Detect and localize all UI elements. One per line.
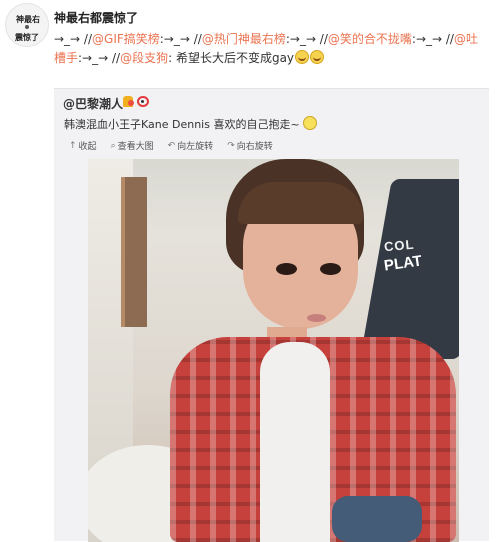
collapse-label: 收起 <box>78 142 97 152</box>
mention-tucaoshou-part2[interactable]: 槽手 <box>54 51 78 65</box>
child-mouth <box>307 314 326 322</box>
post-author[interactable]: 神最右都震惊了 <box>54 9 138 26</box>
child-left-eye <box>276 263 297 275</box>
avatar-text-bottom: 震惊了 <box>15 32 39 42</box>
photo-sign-text-1: COL <box>383 236 416 255</box>
repost-text-content: 韩澳混血小王子Kane Dennis 喜欢的自己抱走~ <box>64 118 300 131</box>
white-tee <box>260 342 330 542</box>
mention-gif-gaoxiaobang[interactable]: @GIF搞笑榜 <box>92 32 160 46</box>
vip-icon <box>123 96 134 107</box>
repost-text: 韩澳混血小王子Kane Dennis 喜欢的自己抱走~ <box>64 116 318 132</box>
photo-actions: ↑ 收起 ⌕ 查看大图 ↶ 向左旋转 ↷ 向右旋转 <box>69 139 273 153</box>
repost-author[interactable]: @巴黎潮人 <box>63 95 123 112</box>
post-text-seg5: : 希望长大后不变成gay <box>168 51 295 65</box>
mention-tucaoshou-part1[interactable]: @吐 <box>454 32 478 46</box>
rotate-right-button[interactable]: ↷ 向右旋转 <box>227 139 273 153</box>
avatar[interactable]: 神最右 震惊了 <box>5 3 49 47</box>
weibo-icon <box>137 96 149 107</box>
collapse-icon: ↑ <box>69 140 77 151</box>
post-content: →_→ //@GIF搞笑榜:→_→ //@热门神最右榜:→_→ //@笑的合不拢… <box>54 30 490 68</box>
collapse-button[interactable]: ↑ 收起 <box>69 139 97 153</box>
view-large-image-label: 查看大图 <box>117 142 154 152</box>
post-text-seg1: :→_→ // <box>159 32 202 46</box>
rotate-left-button[interactable]: ↶ 向左旋转 <box>167 139 214 153</box>
rotate-right-icon: ↷ <box>227 140 235 151</box>
jeans <box>332 496 422 542</box>
post-text-prefix: →_→ // <box>54 32 93 46</box>
repost-photo[interactable]: COL PLAT <box>88 159 459 542</box>
post-text-seg3: :→_→ // <box>411 32 454 46</box>
mention-xiao-de-he-bu-long-zui[interactable]: @笑的合不拢嘴 <box>328 32 412 46</box>
rotate-right-label: 向右旋转 <box>236 142 273 152</box>
avatar-text-top: 神最右 <box>16 14 40 24</box>
photo-background-frame <box>121 177 147 327</box>
rotate-left-icon: ↶ <box>167 140 176 151</box>
rotate-left-label: 向左旋转 <box>177 142 214 152</box>
mention-remen-shenzuiyou[interactable]: @热门神最右榜 <box>202 32 286 46</box>
post-text-seg4: :→_→ // <box>78 51 121 65</box>
weibo-post: 神最右 震惊了 神最右都震惊了 →_→ //@GIF搞笑榜:→_→ //@热门神… <box>0 0 500 542</box>
avatar-dot <box>25 25 29 29</box>
smile-emoji-icon <box>303 116 318 130</box>
magnifier-icon: ⌕ <box>110 140 116 151</box>
mention-duanzhigou[interactable]: @段支狗 <box>120 51 168 65</box>
grin-emoji-icon <box>295 50 310 64</box>
child-right-eye <box>320 263 341 275</box>
post-text-seg2: :→_→ // <box>285 32 328 46</box>
view-large-image-button[interactable]: ⌕ 查看大图 <box>110 139 154 153</box>
grin-emoji-icon-2 <box>310 50 325 64</box>
repost-card: @巴黎潮人 韩澳混血小王子Kane Dennis 喜欢的自己抱走~ ↑ 收起 ⌕… <box>54 88 489 542</box>
child-fringe <box>238 182 363 224</box>
